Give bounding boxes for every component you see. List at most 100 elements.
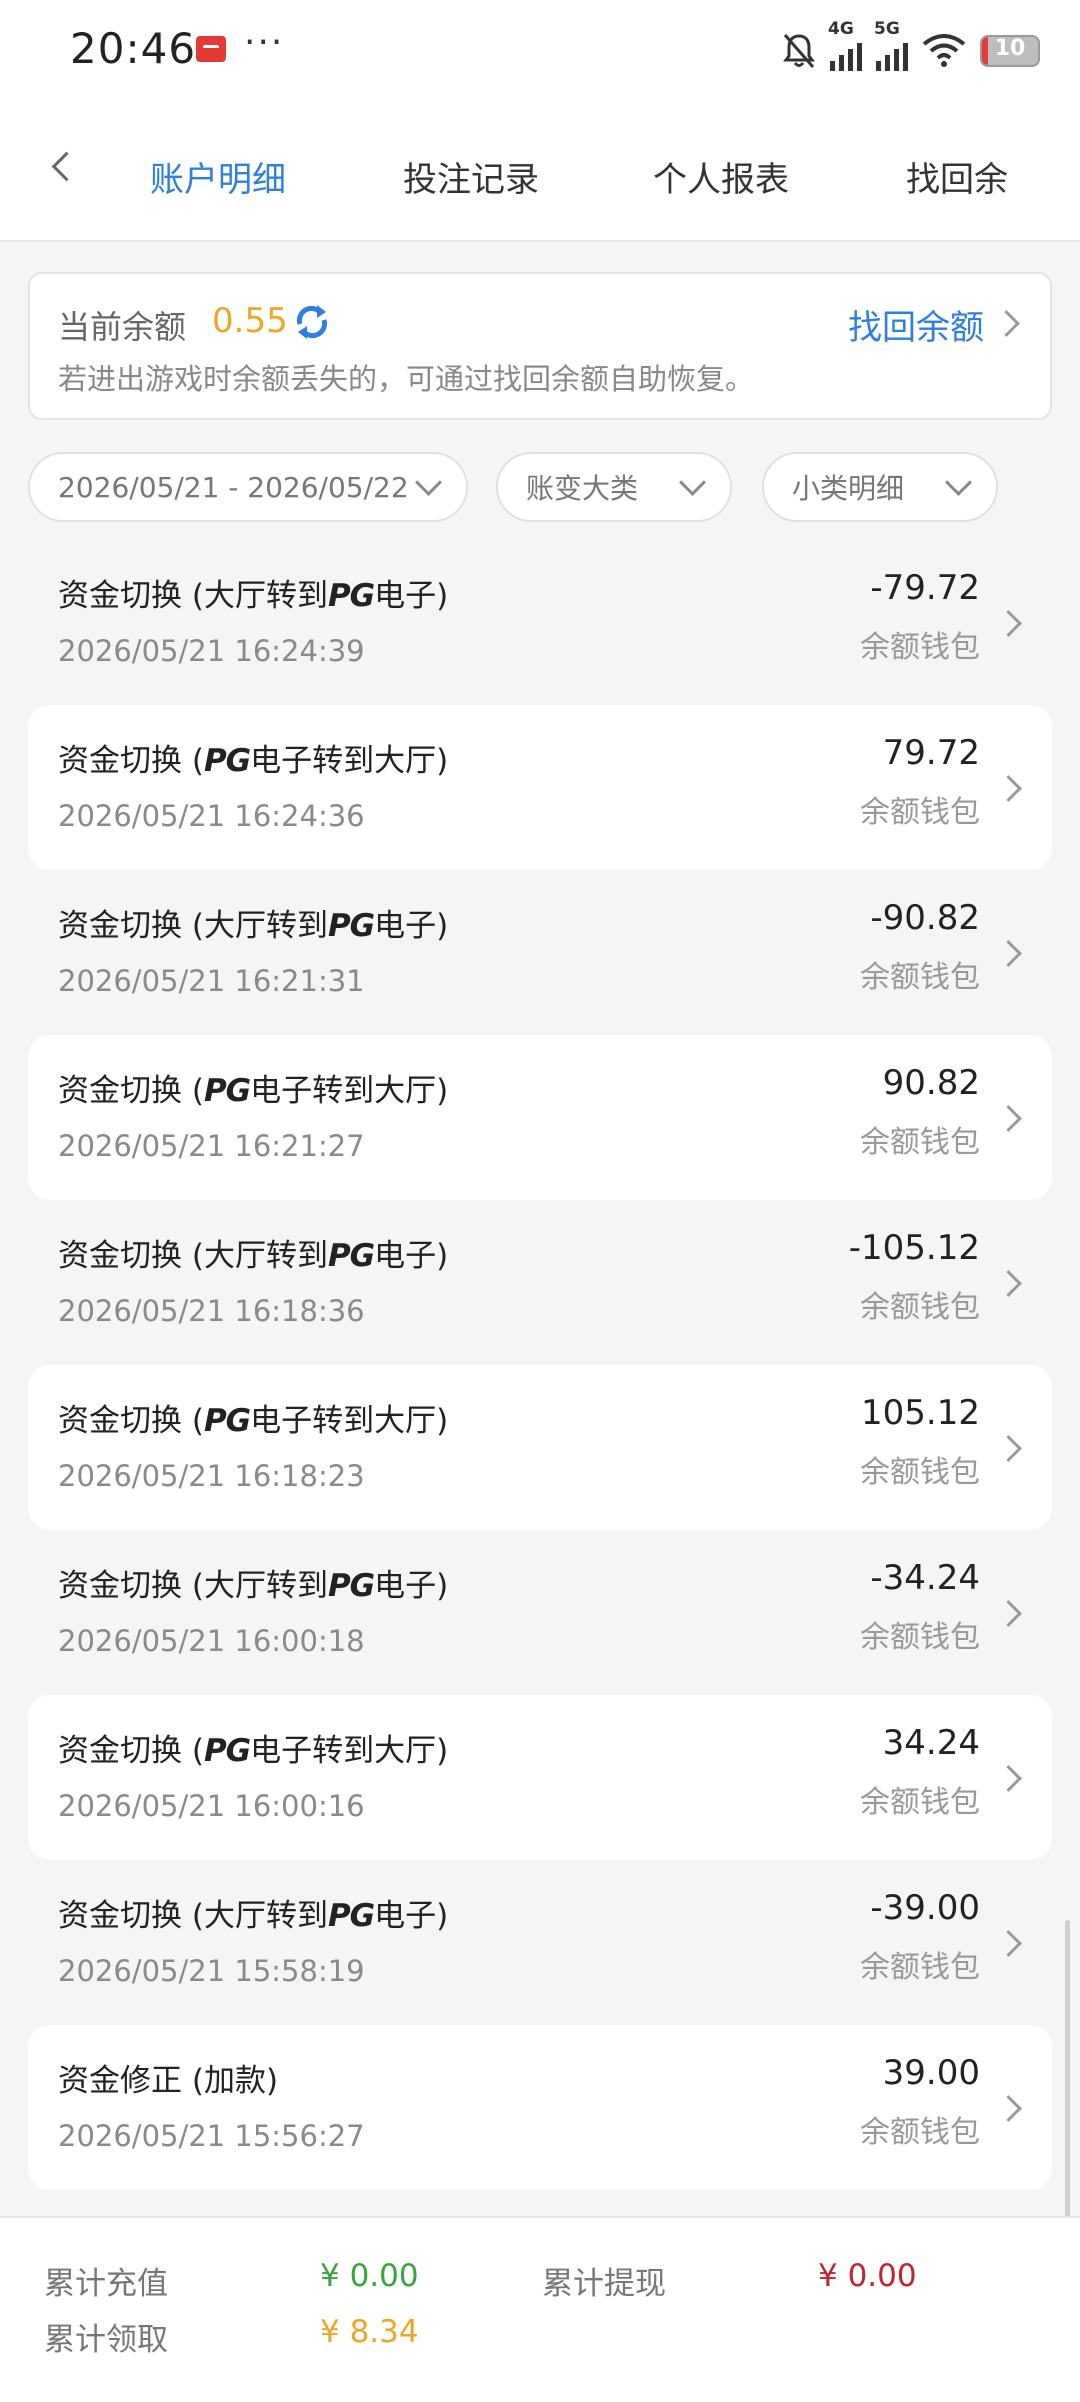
transaction-amount: -79.72 (870, 568, 980, 608)
transaction-time: 2026/05/21 16:00:18 (58, 1624, 365, 1658)
transaction-time: 2026/05/21 16:00:16 (58, 1789, 365, 1823)
transaction-row[interactable]: 资金切换 (大厅转到PG电子) 2026/05/21 16:18:36 -105… (28, 1200, 1052, 1365)
transaction-row[interactable]: 资金切换 (大厅转到PG电子) 2026/05/21 16:00:18 -34.… (28, 1530, 1052, 1695)
transaction-amount: 79.72 (882, 733, 980, 773)
chevron-right-icon (995, 1105, 1022, 1132)
status-icons: 4G 5G 10 (782, 19, 1040, 76)
transaction-time: 2026/05/21 16:24:39 (58, 634, 365, 668)
transaction-title: 资金切换 (PG电子转到大厅) (58, 1073, 449, 1109)
status-bar: 20:46 ··· 4G 5G 10 (0, 0, 1080, 100)
transaction-amount: 39.00 (882, 2053, 980, 2093)
battery-icon: 10 (980, 35, 1040, 67)
transaction-wallet: 余额钱包 (860, 960, 980, 995)
chevron-down-icon (945, 469, 972, 496)
transaction-time: 2026/05/21 16:24:36 (58, 799, 365, 833)
signal-4g-icon: 4G (828, 19, 862, 71)
balance-value: 0.55 (212, 301, 288, 341)
transaction-wallet: 余额钱包 (860, 795, 980, 830)
more-notifications-icon: ··· (244, 22, 285, 63)
transaction-title: 资金修正 (加款) (58, 2063, 279, 2099)
transaction-title: 资金切换 (PG电子转到大厅) (58, 1733, 449, 1769)
transaction-title: 资金切换 (大厅转到PG电子) (58, 578, 449, 614)
category-filter[interactable]: 账变大类 (496, 452, 732, 522)
network-4g-label: 4G (828, 19, 854, 39)
transaction-amount: -105.12 (848, 1228, 980, 1268)
transaction-time: 2026/05/21 15:56:27 (58, 2119, 365, 2153)
wifi-icon (922, 34, 966, 67)
chevron-right-icon (995, 2095, 1022, 2122)
withdraw-total-value: ¥ 0.00 (818, 2258, 917, 2294)
chevron-down-icon (679, 469, 706, 496)
transaction-time: 2026/05/21 15:58:19 (58, 1954, 365, 1988)
transaction-row[interactable]: 资金切换 (PG电子转到大厅) 2026/05/21 16:21:27 90.8… (28, 1035, 1052, 1200)
chevron-right-icon (995, 1765, 1022, 1792)
transaction-title: 资金切换 (PG电子转到大厅) (58, 743, 449, 779)
transaction-time: 2026/05/21 16:21:31 (58, 964, 365, 998)
deposit-total-value: ¥ 0.00 (320, 2258, 419, 2294)
chevron-right-icon (995, 610, 1022, 637)
transaction-amount: -90.82 (870, 898, 980, 938)
deposit-total-label: 累计充值 (44, 2266, 168, 2302)
transaction-wallet: 余额钱包 (860, 1950, 980, 1985)
transaction-title: 资金切换 (大厅转到PG电子) (58, 1238, 449, 1274)
transaction-amount: 34.24 (882, 1723, 980, 1763)
transaction-title: 资金切换 (大厅转到PG电子) (58, 908, 449, 944)
subcategory-value: 小类明细 (792, 472, 905, 505)
tab-bet-records[interactable]: 投注记录 (403, 152, 539, 201)
transaction-title: 资金切换 (大厅转到PG电子) (58, 1568, 449, 1604)
signal-5g-icon: 5G (874, 19, 908, 71)
transaction-wallet: 余额钱包 (860, 1290, 980, 1325)
transaction-row[interactable]: 资金切换 (PG电子转到大厅) 2026/05/21 16:18:23 105.… (28, 1365, 1052, 1530)
tab-personal-report[interactable]: 个人报表 (653, 152, 789, 201)
category-value: 账变大类 (526, 472, 639, 505)
chevron-right-icon (995, 1270, 1022, 1297)
subcategory-filter[interactable]: 小类明细 (762, 452, 998, 522)
claim-total-label: 累计领取 (44, 2322, 168, 2358)
transaction-row[interactable]: 资金切换 (大厅转到PG电子) 2026/05/21 16:21:31 -90.… (28, 870, 1052, 1035)
tab-account-details[interactable]: 账户明细 (150, 152, 286, 201)
transaction-time: 2026/05/21 16:18:36 (58, 1294, 365, 1328)
chevron-right-icon (995, 1930, 1022, 1957)
tab-recover-balance[interactable]: 找回余 (906, 152, 1008, 201)
recover-balance-link[interactable]: 找回余额 (848, 300, 984, 349)
app-notification-icon (196, 36, 226, 62)
transaction-wallet: 余额钱包 (860, 1125, 980, 1160)
summary-footer: 累计充值 ¥ 0.00 累计提现 ¥ 0.00 累计领取 ¥ 8.34 (0, 2216, 1080, 2402)
transaction-wallet: 余额钱包 (860, 630, 980, 665)
tab-bar: 账户明细 投注记录 个人报表 找回余 (0, 100, 1080, 242)
chevron-right-icon (995, 1435, 1022, 1462)
bell-muted-icon (783, 34, 815, 68)
network-5g-label: 5G (874, 19, 900, 39)
transaction-time: 2026/05/21 16:21:27 (58, 1129, 365, 1163)
scrollbar-thumb[interactable] (1065, 1920, 1070, 2220)
claim-total-value: ¥ 8.34 (320, 2314, 419, 2350)
battery-percent: 10 (994, 36, 1026, 61)
transaction-amount: -39.00 (870, 1888, 980, 1928)
transaction-row[interactable]: 资金切换 (大厅转到PG电子) 2026/05/21 15:58:19 -39.… (28, 1860, 1052, 2025)
transaction-list: 资金切换 (大厅转到PG电子) 2026/05/21 16:24:39 -79.… (28, 540, 1052, 2190)
chevron-down-icon (415, 469, 442, 496)
transaction-wallet: 余额钱包 (860, 1785, 980, 1820)
back-arrow-icon[interactable] (51, 151, 82, 182)
transaction-wallet: 余额钱包 (860, 1455, 980, 1490)
status-time: 20:46 (70, 24, 197, 73)
balance-card: 当前余额 0.55 找回余额 若进出游戏时余额丢失的，可通过找回余额自助恢复。 (28, 272, 1052, 420)
chevron-right-icon (995, 940, 1022, 967)
transaction-time: 2026/05/21 16:18:23 (58, 1459, 365, 1493)
withdraw-total-label: 累计提现 (542, 2266, 666, 2302)
date-range-value: 2026/05/21 - 2026/05/22 (58, 470, 409, 504)
transaction-wallet: 余额钱包 (860, 1620, 980, 1655)
transaction-amount: 90.82 (882, 1063, 980, 1103)
transaction-wallet: 余额钱包 (860, 2115, 980, 2150)
transaction-row[interactable]: 资金切换 (大厅转到PG电子) 2026/05/21 16:24:39 -79.… (28, 540, 1052, 705)
refresh-icon[interactable] (292, 302, 332, 342)
transaction-row[interactable]: 资金修正 (加款) 2026/05/21 15:56:27 39.00 余额钱包 (28, 2025, 1052, 2190)
balance-note: 若进出游戏时余额丢失的，可通过找回余额自助恢复。 (58, 362, 755, 396)
date-range-filter[interactable]: 2026/05/21 - 2026/05/22 (28, 452, 468, 522)
transaction-amount: 105.12 (861, 1393, 980, 1433)
balance-label: 当前余额 (58, 308, 187, 346)
chevron-right-icon[interactable] (993, 310, 1020, 337)
transaction-row[interactable]: 资金切换 (PG电子转到大厅) 2026/05/21 16:24:36 79.7… (28, 705, 1052, 870)
transaction-row[interactable]: 资金切换 (PG电子转到大厅) 2026/05/21 16:00:16 34.2… (28, 1695, 1052, 1860)
chevron-right-icon (995, 775, 1022, 802)
